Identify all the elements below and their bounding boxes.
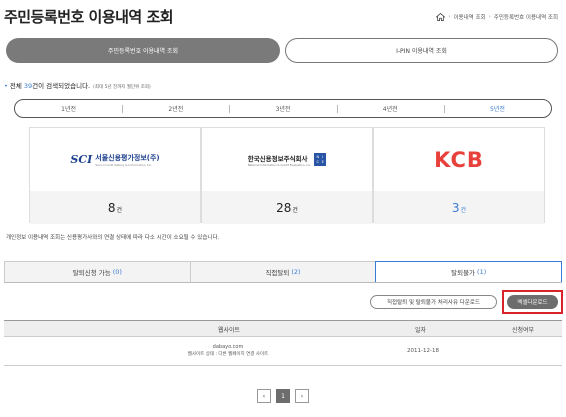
breadcrumb-current: 주민등록번호 이용내역 조회 [493, 15, 558, 21]
table-row: dabayo.com 웹사이트 상태 : 다른 웹페이지 연결 사이트 2011… [4, 337, 562, 366]
column-header-website: 웹사이트 [218, 327, 241, 334]
pagination: ‹ 1 › [257, 389, 309, 403]
agency-name-en: National Information & Credit Evaluation… [247, 162, 312, 167]
breadcrumb-separator: › [448, 14, 451, 20]
tab-withdrawal-available[interactable]: 탈퇴신청 가능 (0) [4, 261, 190, 282]
bullet-icon: • [4, 82, 8, 90]
breadcrumb-separator: › [488, 14, 491, 20]
agency-name: 서울신용평가정보(주) [95, 153, 160, 162]
sci-logo: SCI 서울신용평가정보(주) Seoul Credit Rating & In… [30, 128, 200, 191]
column-header-applied: 신청여부 [512, 327, 535, 334]
summary-suffix: 건이 검색되었습니다. [32, 82, 91, 90]
next-page-button[interactable]: › [295, 389, 309, 403]
agency-count-value: 28 [276, 200, 292, 215]
agency-count: 28 건 [202, 191, 372, 224]
kcb-logo: KCB [374, 128, 544, 191]
year-filter: 1년전 2년전 3년전 4년전 5년전 [14, 99, 552, 118]
kcb-logo-text: KCB [434, 147, 484, 172]
year-option-4[interactable]: 4년전 [336, 104, 444, 113]
nice-badge-letter: I [322, 154, 324, 159]
column-header-date: 일자 [415, 327, 427, 334]
agency-card-kcb[interactable]: KCB 3건 [373, 127, 545, 224]
agency-card-nice[interactable]: 한국신용정보주식회사 National Information & Credit… [201, 127, 373, 224]
home-icon[interactable] [436, 13, 446, 21]
nice-badge-letter: E [321, 160, 324, 165]
website-domain: dabayo.com [212, 344, 244, 350]
nice-badge: N I C E [314, 153, 327, 166]
website-status: 웹사이트 상태 : 다른 웹페이지 연결 사이트 [187, 352, 269, 357]
agency-count-value: 3 [451, 200, 460, 215]
nice-badge-letter: C [316, 160, 319, 165]
excel-download-button[interactable]: 엑셀다운로드 [507, 295, 558, 309]
tab-count: (0) [112, 268, 122, 276]
breadcrumb: › 이용내역 조회 › 주민등록번호 이용내역 조회 [436, 13, 558, 21]
year-option-5[interactable]: 5년전 [443, 104, 551, 113]
tab-count: (2) [291, 268, 301, 276]
tab-label: 탈퇴불가 [451, 269, 476, 277]
year-option-2[interactable]: 2년전 [122, 104, 229, 113]
year-option-3[interactable]: 3년전 [229, 104, 336, 113]
tab-direct-withdrawal[interactable]: 직접탈퇴 (2) [189, 261, 376, 282]
result-count: 39 [23, 82, 33, 90]
page-title: 주민등록번호 이용내역 조회 [4, 8, 174, 26]
withdrawal-tabs: 탈퇴신청 가능 (0) 직접탈퇴 (2) 탈퇴불가 (1) [4, 261, 563, 283]
agency-name: 한국신용정보주식회사 [247, 154, 308, 163]
row-website: dabayo.com 웹사이트 상태 : 다른 웹페이지 연결 사이트 [104, 343, 352, 359]
agency-name-en: Seoul Credit Rating & Information Inc. [95, 162, 153, 167]
sci-logo-mark: SCI [70, 153, 93, 166]
agency-count-unit: 건 [292, 207, 298, 214]
agency-count: 8건 [30, 191, 200, 224]
agency-count: 3건 [374, 191, 544, 224]
reason-download-button[interactable]: 직접탈퇴 및 탈퇴불가 처리사유 다운로드 [370, 295, 497, 309]
prev-page-button[interactable]: ‹ [257, 389, 271, 403]
notice-text: 개인정보 이용내역 조회는 신용평가사와의 연결 상태에 따라 다소 시간이 소… [6, 235, 220, 241]
tab-label: 직접탈퇴 [265, 269, 290, 277]
agency-count-value: 8 [107, 200, 116, 215]
table-header: 웹사이트 일자 신청여부 [4, 320, 562, 337]
year-option-1[interactable]: 1년전 [15, 104, 122, 113]
summary-note: (최대 5년 전까지 월단위 조회) [93, 85, 151, 90]
breadcrumb-item[interactable]: 이용내역 조회 [453, 13, 485, 21]
segment-rrn-history[interactable]: 주민등록번호 이용내역 조회 [6, 38, 280, 63]
nice-badge-letter: N [316, 154, 320, 159]
segment-ipin-history[interactable]: I-PIN 이용내역 조회 [285, 38, 558, 63]
tab-withdrawal-impossible[interactable]: 탈퇴불가 (1) [375, 261, 563, 282]
agency-card-sci[interactable]: SCI 서울신용평가정보(주) Seoul Credit Rating & In… [29, 127, 201, 224]
tab-label: 탈퇴신청 가능 [72, 269, 111, 277]
row-date: 2011-12-18 [407, 348, 439, 354]
summary-prefix: 전체 [9, 82, 24, 90]
agency-count-unit: 건 [460, 207, 467, 214]
nice-logo: 한국신용정보주식회사 National Information & Credit… [202, 128, 372, 191]
agency-count-unit: 건 [116, 207, 123, 214]
current-page[interactable]: 1 [276, 389, 290, 403]
tab-count: (1) [477, 268, 487, 276]
result-summary: • 전체 39건이 검색되었습니다. (최대 5년 전까지 월단위 조회) [4, 80, 151, 90]
